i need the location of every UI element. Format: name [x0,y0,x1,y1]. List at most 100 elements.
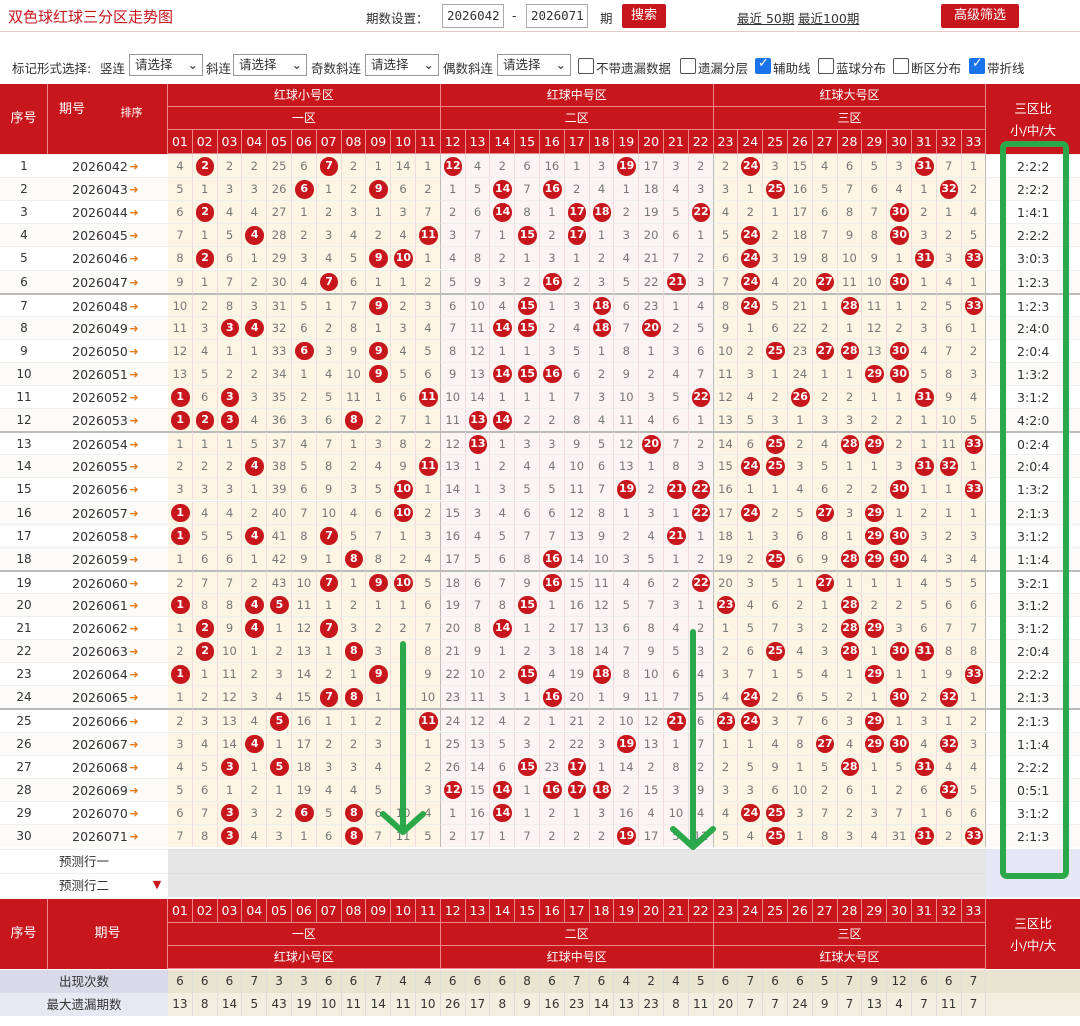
grid-cell: 1 [887,500,912,524]
grid-cell: 3 [490,685,516,709]
recent-100-link[interactable]: 最近100期 [798,8,859,27]
grid-cell: 24 [738,246,764,270]
grid-cell: 10 [639,662,664,686]
grid-cell: 3 [887,616,912,640]
period-from-input[interactable]: 2026042 [442,4,504,28]
footer-column-08: 08 [341,899,367,923]
grid-cell: 19 [639,200,664,224]
grid-cell: 8 [812,823,838,847]
grid-cell: 1 [887,292,912,316]
drawn-ball: 29 [865,364,884,384]
column-header-30: 30 [887,130,912,154]
grid-cell: 2 [515,408,540,432]
select-vertical[interactable]: 请选择 ⌄ [129,54,203,76]
grid-cell: 1 [168,523,193,547]
grid-cell: 2 [341,177,367,201]
grid-cell: 11 [465,315,491,339]
footer-zone: 二区 [440,923,714,946]
drawn-ball: 13 [468,411,488,430]
drawn-ball: 17 [567,226,587,245]
drawn-ball: 30 [890,642,909,661]
grid-cell: 4 [639,800,664,824]
grid-cell: 15 [639,777,664,801]
row-ratio: 2:2:2 [986,223,1080,247]
grid-cell: 3 [192,708,218,732]
grid-cell: 30 [887,223,912,247]
grid-cell: 1 [292,200,317,224]
grid-cell: 15 [564,569,590,593]
grid-cell: 16 [440,523,466,547]
grid-cell: 4 [961,200,987,224]
grid-cell: 2 [341,154,367,178]
grid-cell: 7 [168,823,193,847]
advanced-filter-button[interactable]: 高级筛选 [941,4,1019,28]
drawn-ball: 25 [766,826,785,846]
checkbox-6[interactable]: ✓ [969,56,985,74]
grid-cell: 3 [912,708,937,732]
prediction-expand-icon[interactable]: ▼ [150,873,164,897]
grid-cell: 1 [416,408,441,432]
footer-column-15: 15 [515,899,540,923]
drawn-ball: 33 [964,665,984,684]
drawn-ball: 8 [344,549,364,569]
drawn-ball: 7 [319,526,339,546]
grid-cell: 6 [788,546,813,570]
grid-cell: 1 [614,500,640,524]
prediction-row-area[interactable] [168,849,987,873]
grid-cell: 1 [788,408,813,432]
grid-cell: 22 [688,477,714,501]
select-diagonal[interactable]: 请选择 ⌄ [233,54,307,76]
checkbox-1[interactable] [578,58,594,74]
checkbox-5[interactable] [893,58,909,74]
grid-cell: 2 [217,454,243,478]
drawn-ball: 29 [865,435,884,454]
grid-cell: 6 [688,338,714,362]
grid-cell: 24 [738,708,764,732]
grid-cell: 5 [688,685,714,709]
grid-cell: 6 [192,777,218,801]
grid-cell: 29 [862,662,888,686]
recent-50-link[interactable]: 最近 50期 [737,8,794,27]
grid-cell: 8 [341,823,367,847]
grid-cell: 3 [168,477,193,501]
drawn-ball: 21 [667,272,686,291]
grid-cell: 15 [440,500,466,524]
grid-cell: 6 [614,292,640,316]
select-odd-diagonal[interactable]: 请选择 ⌄ [365,54,439,76]
checkbox-2[interactable] [680,58,696,74]
grid-cell: 1 [664,292,689,316]
grid-cell: 6 [490,754,516,778]
row-serial: 17 [0,523,48,547]
grid-cell: 5 [688,315,714,339]
grid-cell: 9 [366,292,392,316]
grid-cell: 22 [788,315,813,339]
drawn-ball: 15 [518,665,537,684]
column-header-27: 27 [812,130,838,154]
grid-cell: 18 [788,223,813,247]
prediction-row-label: 预测行二 [0,873,168,897]
drawn-ball: 9 [369,573,388,593]
drawn-ball: 2 [195,249,215,268]
grid-cell: 4 [416,315,441,339]
checkbox-4[interactable] [818,58,834,74]
row-serial: 26 [0,731,48,755]
drawn-ball: 11 [419,226,438,245]
grid-cell: 4 [788,639,813,663]
period-to-input[interactable]: 2026071 [526,4,588,28]
grid-cell: 7 [168,223,193,247]
grid-cell: 1 [713,731,739,755]
prediction-row-area[interactable] [168,873,987,897]
grid-cell: 7 [688,361,714,385]
grid-cell: 2 [564,177,590,201]
search-button[interactable]: 搜索 [622,4,666,28]
grid-cell: 1 [242,246,268,270]
grid-cell: 5 [490,731,516,755]
select-even-diagonal[interactable]: 请选择 ⌄ [497,54,571,76]
row-ratio: 1:2:3 [986,269,1080,293]
checkbox-3[interactable]: ✓ [755,56,771,74]
row-serial: 24 [0,685,48,709]
grid-cell: 5 [763,292,788,316]
sort-button[interactable]: 排序 [96,84,168,154]
grid-cell: 26 [440,754,466,778]
grid-cell: 2 [168,454,193,478]
